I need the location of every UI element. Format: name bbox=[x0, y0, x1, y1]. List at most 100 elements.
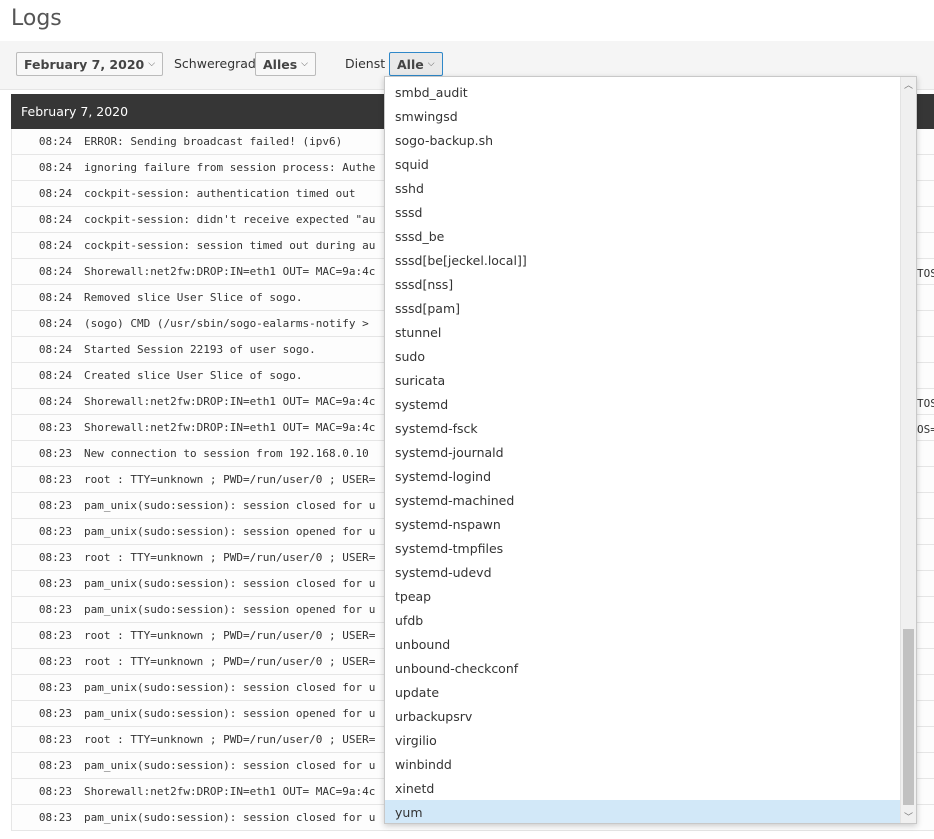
scroll-up-icon[interactable]: ︿ bbox=[901, 77, 916, 91]
log-time: 08:23 bbox=[38, 785, 72, 798]
log-time: 08:23 bbox=[38, 681, 72, 694]
log-message: Shorewall:net2fw:DROP:IN=eth1 OUT= MAC=9… bbox=[84, 265, 376, 278]
log-message: ERROR: Sending broadcast failed! (ipv6) bbox=[84, 135, 343, 148]
service-option[interactable]: squid bbox=[385, 152, 901, 176]
log-time: 08:24 bbox=[38, 317, 72, 330]
log-message: New connection to session from 192.168.0… bbox=[84, 447, 369, 460]
log-message: pam_unix(sudo:session): session opened f… bbox=[84, 707, 376, 720]
service-option[interactable]: suricata bbox=[385, 368, 901, 392]
log-time: 08:23 bbox=[38, 759, 72, 772]
log-message: cockpit-session: session timed out durin… bbox=[84, 239, 376, 252]
chevron-down-icon: ⌵ bbox=[427, 59, 435, 69]
service-option[interactable]: update bbox=[385, 680, 901, 704]
log-time: 08:24 bbox=[38, 369, 72, 382]
log-time: 08:24 bbox=[38, 265, 72, 278]
log-time: 08:23 bbox=[38, 811, 72, 824]
service-option[interactable]: systemd-logind bbox=[385, 464, 901, 488]
service-option[interactable]: unbound-checkconf bbox=[385, 656, 901, 680]
log-time: 08:23 bbox=[38, 655, 72, 668]
service-options-list: smbd_audit smwingsd sogo-backup.sh squid ssh… bbox=[385, 80, 901, 823]
service-option[interactable]: systemd-udevd bbox=[385, 560, 901, 584]
log-message: Shorewall:net2fw:DROP:IN=eth1 OUT= MAC=9… bbox=[84, 395, 376, 408]
log-time: 08:24 bbox=[38, 343, 72, 356]
service-option[interactable]: virgilio bbox=[385, 728, 901, 752]
log-message: Shorewall:net2fw:DROP:IN=eth1 OUT= MAC=9… bbox=[84, 785, 376, 798]
log-time: 08:23 bbox=[38, 447, 72, 460]
log-message: root : TTY=unknown ; PWD=/run/user/0 ; U… bbox=[84, 551, 376, 564]
service-option[interactable]: xinetd bbox=[385, 776, 901, 800]
service-value: Alle bbox=[397, 56, 424, 72]
service-option[interactable]: stunnel bbox=[385, 320, 901, 344]
log-time: 08:24 bbox=[38, 213, 72, 226]
log-time: 08:23 bbox=[38, 733, 72, 746]
severity-value: Alles bbox=[263, 56, 298, 72]
service-option[interactable]: systemd-tmpfiles bbox=[385, 536, 901, 560]
log-message: Shorewall:net2fw:DROP:IN=eth1 OUT= MAC=9… bbox=[84, 421, 376, 434]
service-option[interactable]: yum bbox=[385, 800, 901, 823]
service-option[interactable]: winbindd bbox=[385, 752, 901, 776]
service-option[interactable]: systemd bbox=[385, 392, 901, 416]
log-message: Started Session 22193 of user sogo. bbox=[84, 343, 316, 356]
log-time: 08:23 bbox=[38, 577, 72, 590]
right-edge-fragment: TOS bbox=[917, 267, 934, 280]
log-message: Created slice User Slice of sogo. bbox=[84, 369, 303, 382]
page-title: Logs bbox=[11, 6, 62, 31]
service-option[interactable]: systemd-nspawn bbox=[385, 512, 901, 536]
log-message: ignoring failure from session process: A… bbox=[84, 161, 376, 174]
date-picker-button[interactable]: February 7, 2020 ⌵ bbox=[16, 52, 164, 76]
service-option[interactable]: sudo bbox=[385, 344, 901, 368]
chevron-down-icon: ⌵ bbox=[301, 59, 308, 69]
log-message: pam_unix(sudo:session): session closed f… bbox=[84, 577, 376, 590]
log-message: pam_unix(sudo:session): session closed f… bbox=[84, 759, 376, 772]
service-option[interactable]: smwingsd bbox=[385, 104, 901, 128]
service-dropdown-menu[interactable]: smbd_audit smwingsd sogo-backup.sh squid ssh… bbox=[384, 76, 917, 824]
service-option[interactable]: sssd[nss] bbox=[385, 272, 901, 296]
log-time: 08:23 bbox=[38, 421, 72, 434]
log-time: 08:23 bbox=[38, 499, 72, 512]
log-time: 08:24 bbox=[38, 161, 72, 174]
log-time: 08:23 bbox=[38, 473, 72, 486]
right-edge-fragment: TOS bbox=[917, 397, 934, 410]
scrollbar-thumb[interactable] bbox=[903, 629, 914, 805]
log-time: 08:24 bbox=[38, 187, 72, 200]
log-time: 08:24 bbox=[38, 135, 72, 148]
service-option[interactable]: sssd_be bbox=[385, 224, 901, 248]
log-time: 08:23 bbox=[38, 707, 72, 720]
service-option[interactable]: sssd bbox=[385, 200, 901, 224]
service-option[interactable]: urbackupsrv bbox=[385, 704, 901, 728]
service-option[interactable]: sogo-backup.sh bbox=[385, 128, 901, 152]
log-time: 08:24 bbox=[38, 239, 72, 252]
log-message: pam_unix(sudo:session): session opened f… bbox=[84, 525, 376, 538]
service-option[interactable]: sssd[be[jeckel.local]] bbox=[385, 248, 901, 272]
log-message: pam_unix(sudo:session): session closed f… bbox=[84, 681, 376, 694]
service-option[interactable]: ufdb bbox=[385, 608, 901, 632]
log-message: root : TTY=unknown ; PWD=/run/user/0 ; U… bbox=[84, 473, 376, 486]
log-time: 08:23 bbox=[38, 551, 72, 564]
log-message: pam_unix(sudo:session): session closed f… bbox=[84, 811, 376, 824]
severity-dropdown-button[interactable]: Alles ⌵ bbox=[255, 52, 316, 76]
log-message: root : TTY=unknown ; PWD=/run/user/0 ; U… bbox=[84, 733, 376, 746]
service-option[interactable]: systemd-journald bbox=[385, 440, 901, 464]
log-time: 08:23 bbox=[38, 629, 72, 642]
log-message: (sogo) CMD (/usr/sbin/sogo-ealarms-notif… bbox=[84, 317, 369, 330]
log-message: pam_unix(sudo:session): session opened f… bbox=[84, 603, 376, 616]
log-time: 08:23 bbox=[38, 603, 72, 616]
scroll-down-icon[interactable]: ﹀ bbox=[901, 809, 916, 823]
log-message: root : TTY=unknown ; PWD=/run/user/0 ; U… bbox=[84, 655, 376, 668]
service-option[interactable]: systemd-fsck bbox=[385, 416, 901, 440]
severity-label: Schweregrad bbox=[174, 56, 256, 71]
dropdown-scrollbar[interactable]: ︿ ﹀ bbox=[900, 77, 916, 823]
service-option[interactable]: sshd bbox=[385, 176, 901, 200]
service-option[interactable]: sssd[pam] bbox=[385, 296, 901, 320]
log-message: root : TTY=unknown ; PWD=/run/user/0 ; U… bbox=[84, 629, 376, 642]
service-option[interactable]: systemd-machined bbox=[385, 488, 901, 512]
chevron-down-icon: ⌵ bbox=[148, 59, 156, 69]
log-time: 08:24 bbox=[38, 395, 72, 408]
service-option[interactable]: smbd_audit bbox=[385, 80, 901, 104]
service-dropdown-button[interactable]: Alle ⌵ bbox=[389, 52, 443, 76]
log-time: 08:24 bbox=[38, 291, 72, 304]
service-option[interactable]: unbound bbox=[385, 632, 901, 656]
log-message: pam_unix(sudo:session): session closed f… bbox=[84, 499, 376, 512]
service-option[interactable]: tpeap bbox=[385, 584, 901, 608]
service-label: Dienst bbox=[345, 56, 386, 71]
